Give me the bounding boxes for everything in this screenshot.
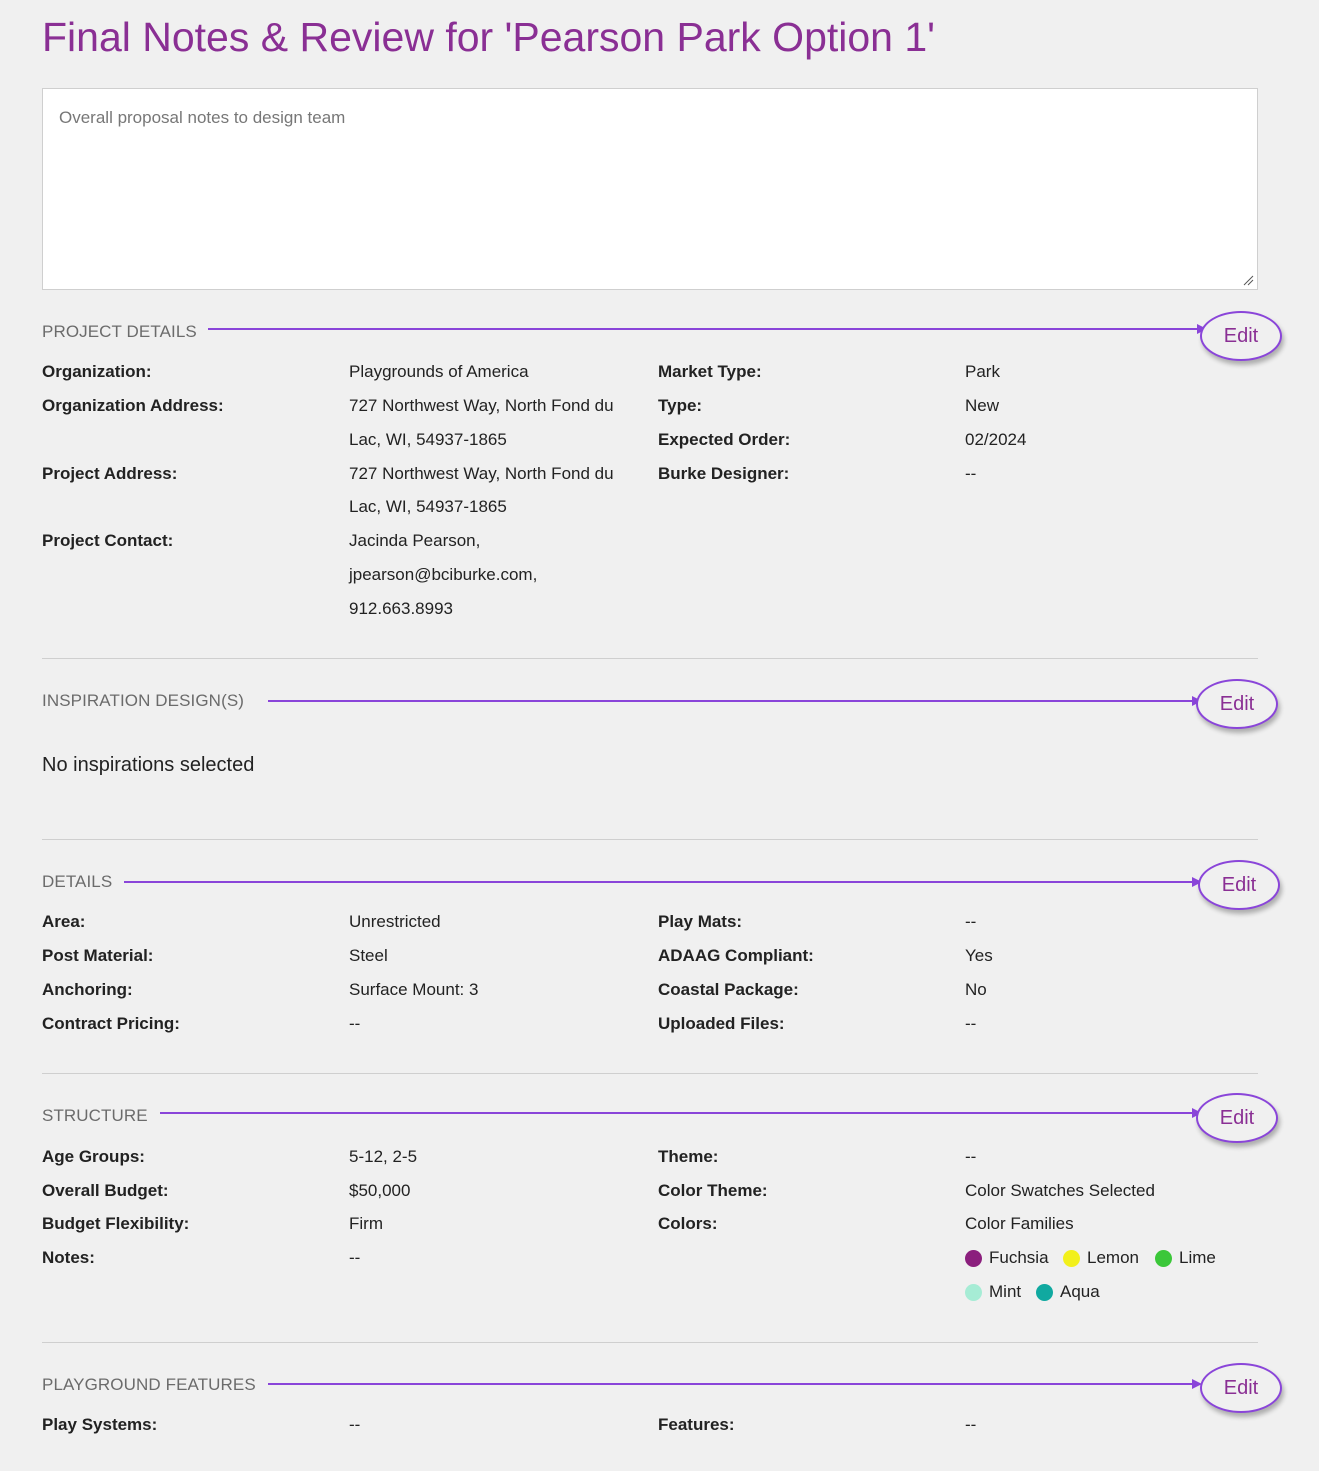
- edit-details-button[interactable]: Edit: [1198, 860, 1280, 910]
- edit-project-details-button[interactable]: Edit: [1200, 311, 1282, 361]
- play-mats-label: Play Mats:: [658, 912, 743, 931]
- proposal-notes-textarea[interactable]: [42, 88, 1258, 290]
- anchoring-label: Anchoring:: [42, 980, 133, 999]
- section-divider: [42, 658, 1258, 659]
- play-systems-label: Play Systems:: [42, 1415, 158, 1434]
- overall-budget-value: $50,000: [349, 1181, 411, 1200]
- color-dot-icon: [1155, 1249, 1172, 1267]
- no-inspirations-text: No inspirations selected: [42, 754, 255, 776]
- color-swatch-fuchsia: Fuchsia: [965, 1248, 1049, 1268]
- age-groups-value: 5-12, 2-5: [349, 1147, 418, 1166]
- type-value: New: [965, 396, 1000, 415]
- color-dot-icon: [1036, 1283, 1053, 1301]
- budget-flexibility-label: Budget Flexibility:: [42, 1214, 190, 1233]
- type-label: Type:: [658, 396, 703, 415]
- section-divider: [42, 1073, 1258, 1074]
- color-swatch-aqua: Aqua: [1036, 1282, 1100, 1302]
- organization-address-label: Organization Address:: [42, 396, 224, 415]
- theme-value: --: [965, 1147, 977, 1166]
- project-contact-phone: 912.663.8993: [349, 599, 453, 618]
- burke-designer-value: --: [965, 464, 977, 483]
- notes-label: Notes:: [42, 1248, 95, 1267]
- section-title-inspiration: INSPIRATION DESIGN(S): [42, 691, 245, 710]
- coastal-package-value: No: [965, 980, 987, 999]
- edit-playground-features-button[interactable]: Edit: [1200, 1363, 1282, 1413]
- edit-inspiration-button[interactable]: Edit: [1196, 679, 1278, 729]
- section-title-playground-features: PLAYGROUND FEATURES: [42, 1375, 256, 1394]
- burke-designer-label: Burke Designer:: [658, 464, 790, 483]
- color-theme-label: Color Theme:: [658, 1181, 768, 1200]
- section-title-project-details: PROJECT DETAILS: [42, 322, 197, 341]
- overall-budget-label: Overall Budget:: [42, 1181, 169, 1200]
- color-dot-icon: [1063, 1249, 1080, 1267]
- adaag-value: Yes: [965, 946, 993, 965]
- project-contact-email: jpearson@bciburke.com,: [349, 565, 538, 584]
- area-label: Area:: [42, 912, 86, 931]
- organization-value: Playgrounds of America: [349, 362, 529, 381]
- expected-order-label: Expected Order:: [658, 430, 791, 449]
- expected-order-value: 02/2024: [965, 430, 1027, 449]
- features-value: --: [965, 1415, 977, 1434]
- market-type-label: Market Type:: [658, 362, 762, 381]
- notes-value: --: [349, 1248, 361, 1267]
- project-contact-label: Project Contact:: [42, 531, 174, 550]
- post-material-label: Post Material:: [42, 946, 154, 965]
- theme-label: Theme:: [658, 1147, 719, 1166]
- contract-pricing-value: --: [349, 1014, 361, 1033]
- contract-pricing-label: Contract Pricing:: [42, 1014, 180, 1033]
- color-dot-icon: [965, 1283, 982, 1301]
- project-address-label: Project Address:: [42, 464, 178, 483]
- color-theme-value: Color Swatches Selected: [965, 1181, 1155, 1200]
- anchoring-value: Surface Mount: 3: [349, 980, 479, 999]
- edit-structure-button[interactable]: Edit: [1196, 1093, 1278, 1143]
- uploaded-files-label: Uploaded Files:: [658, 1014, 785, 1033]
- section-divider: [42, 839, 1258, 840]
- budget-flexibility-value: Firm: [349, 1214, 383, 1233]
- area-value: Unrestricted: [349, 912, 441, 931]
- section-title-structure: STRUCTURE: [42, 1106, 148, 1125]
- features-label: Features:: [658, 1415, 735, 1434]
- age-groups-label: Age Groups:: [42, 1147, 145, 1166]
- colors-label: Colors:: [658, 1214, 718, 1233]
- color-dot-icon: [965, 1249, 982, 1267]
- play-mats-value: --: [965, 912, 977, 931]
- resize-grip-icon[interactable]: [1242, 274, 1254, 286]
- organization-address-line2: Lac, WI, 54937-1865: [349, 430, 507, 449]
- play-systems-value: --: [349, 1415, 361, 1434]
- colors-value: Color Families: [965, 1214, 1074, 1233]
- section-title-details: DETAILS: [42, 872, 113, 891]
- organization-address-line1: 727 Northwest Way, North Fond du: [349, 396, 614, 415]
- coastal-package-label: Coastal Package:: [658, 980, 799, 999]
- uploaded-files-value: --: [965, 1014, 977, 1033]
- color-swatch-mint: Mint: [965, 1282, 1021, 1302]
- color-swatch-lemon: Lemon: [1063, 1248, 1139, 1268]
- market-type-value: Park: [965, 362, 1000, 381]
- post-material-value: Steel: [349, 946, 388, 965]
- project-address-line1: 727 Northwest Way, North Fond du: [349, 464, 614, 483]
- color-swatch-lime: Lime: [1155, 1248, 1216, 1268]
- project-contact-name: Jacinda Pearson,: [349, 531, 481, 550]
- adaag-label: ADAAG Compliant:: [658, 946, 814, 965]
- organization-label: Organization:: [42, 362, 152, 381]
- section-divider: [42, 1342, 1258, 1343]
- project-address-line2: Lac, WI, 54937-1865: [349, 497, 507, 516]
- page-title: Final Notes & Review for 'Pearson Park O…: [42, 14, 935, 60]
